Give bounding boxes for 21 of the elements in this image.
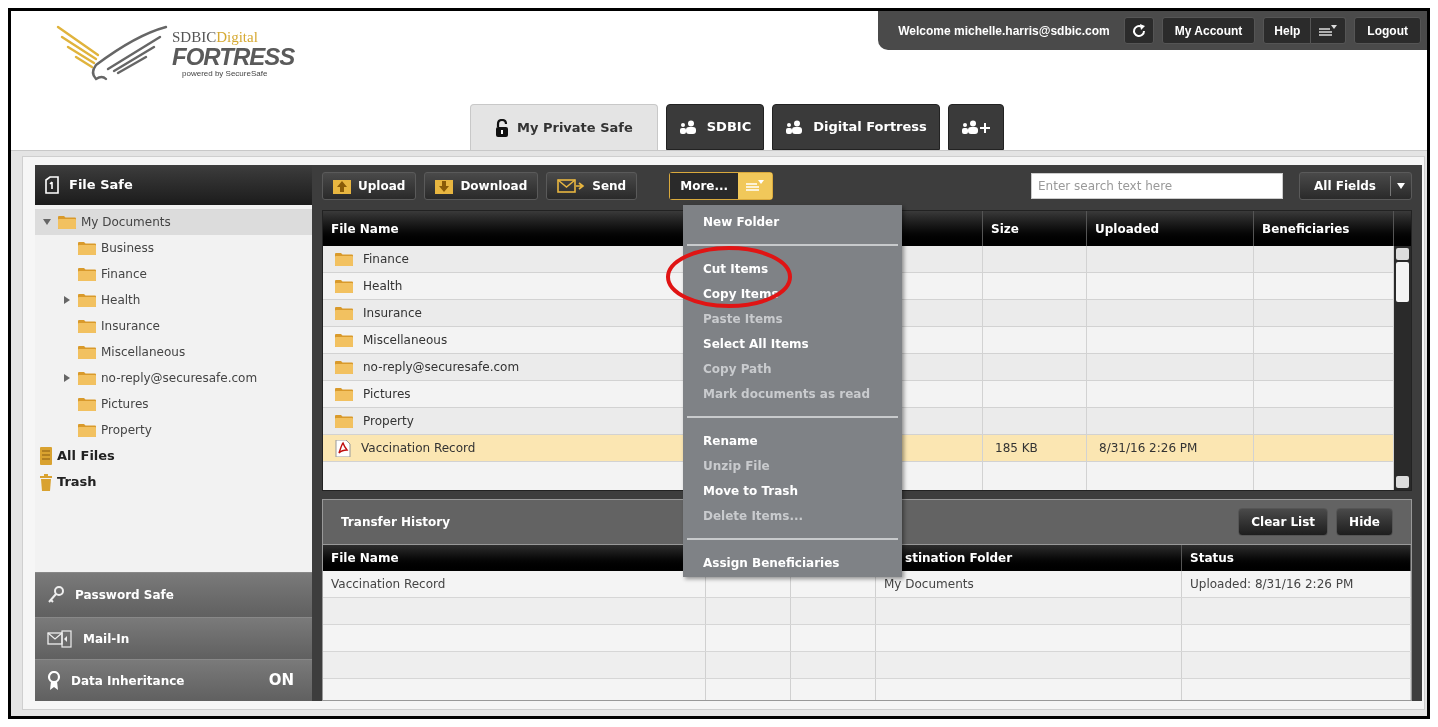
logo-brand-accent: Digital <box>216 29 258 45</box>
logo-product: FORTRESS <box>172 45 295 69</box>
table-cell-text: Property <box>363 413 414 430</box>
logo-tagline: powered by SecureSafe <box>181 70 268 78</box>
table-cell-text: Uploaded: 8/31/16 2:26 PM <box>1190 576 1354 593</box>
welcome-text: Welcome michelle.harris@sdbic.com <box>898 22 1110 40</box>
table-cell-text: Pictures <box>363 386 411 403</box>
table-cell-text: no-reply@securesafe.com <box>363 359 520 376</box>
table-cell-text: 8/31/16 2:26 PM <box>1099 440 1198 457</box>
table-cell-text: Miscellaneous <box>363 332 448 349</box>
table-cell-text: 185 KB <box>995 440 1038 457</box>
table-cell-text: Vaccination Record <box>361 440 476 457</box>
panel-title: Transfer History <box>341 514 451 531</box>
table-cell-text: My Documents <box>884 576 974 593</box>
table-cell-text: Finance <box>363 251 409 268</box>
sidebar-title: File Safe <box>69 176 133 195</box>
table-cell-text: Vaccination Record <box>331 576 446 593</box>
status-text: ON <box>268 670 295 692</box>
table-cell-text: Insurance <box>363 305 422 322</box>
logo-brand: SDBIC <box>172 29 217 45</box>
table-cell-text: Health <box>363 278 403 295</box>
